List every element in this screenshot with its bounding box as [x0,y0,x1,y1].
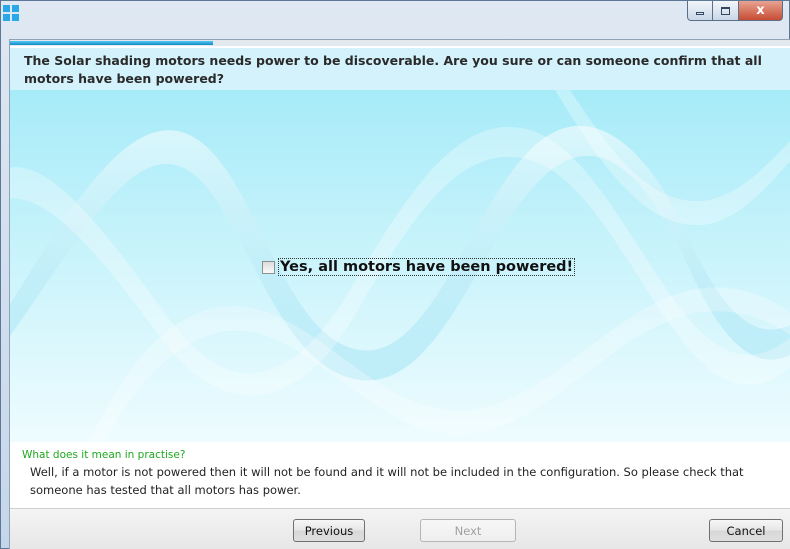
cancel-button[interactable]: Cancel [709,519,783,542]
confirm-label[interactable]: Yes, all motors have been powered! [278,258,576,276]
close-button[interactable]: x [739,1,783,21]
progress-bar [10,40,790,46]
help-section: What does it mean in practise? Well, if … [10,442,790,508]
button-bar: Previous Next Cancel [10,508,790,549]
next-button[interactable]: Next [420,519,516,542]
maximize-icon [721,6,730,15]
minimize-icon [696,12,704,15]
maximize-button[interactable] [713,1,739,21]
confirm-checkbox[interactable] [262,260,275,274]
close-icon: x [756,3,765,18]
previous-button[interactable]: Previous [293,519,365,542]
title-bar[interactable]: x [1,1,789,33]
minimize-button[interactable] [687,1,713,21]
wizard-panel: The Solar shading motors needs power to … [9,39,790,549]
progress-fill [10,41,214,45]
confirm-checkbox-row[interactable]: Yes, all motors have been powered! [262,256,576,278]
question-text: The Solar shading motors needs power to … [10,48,790,90]
window-controls: x [687,1,783,21]
windows-logo-icon [3,5,19,21]
content-area: Yes, all motors have been powered! [10,90,790,442]
app-window: x The Solar shading motors needs power t… [0,0,790,549]
help-title: What does it mean in practise? [22,449,186,461]
help-text: Well, if a motor is not powered then it … [30,465,744,497]
